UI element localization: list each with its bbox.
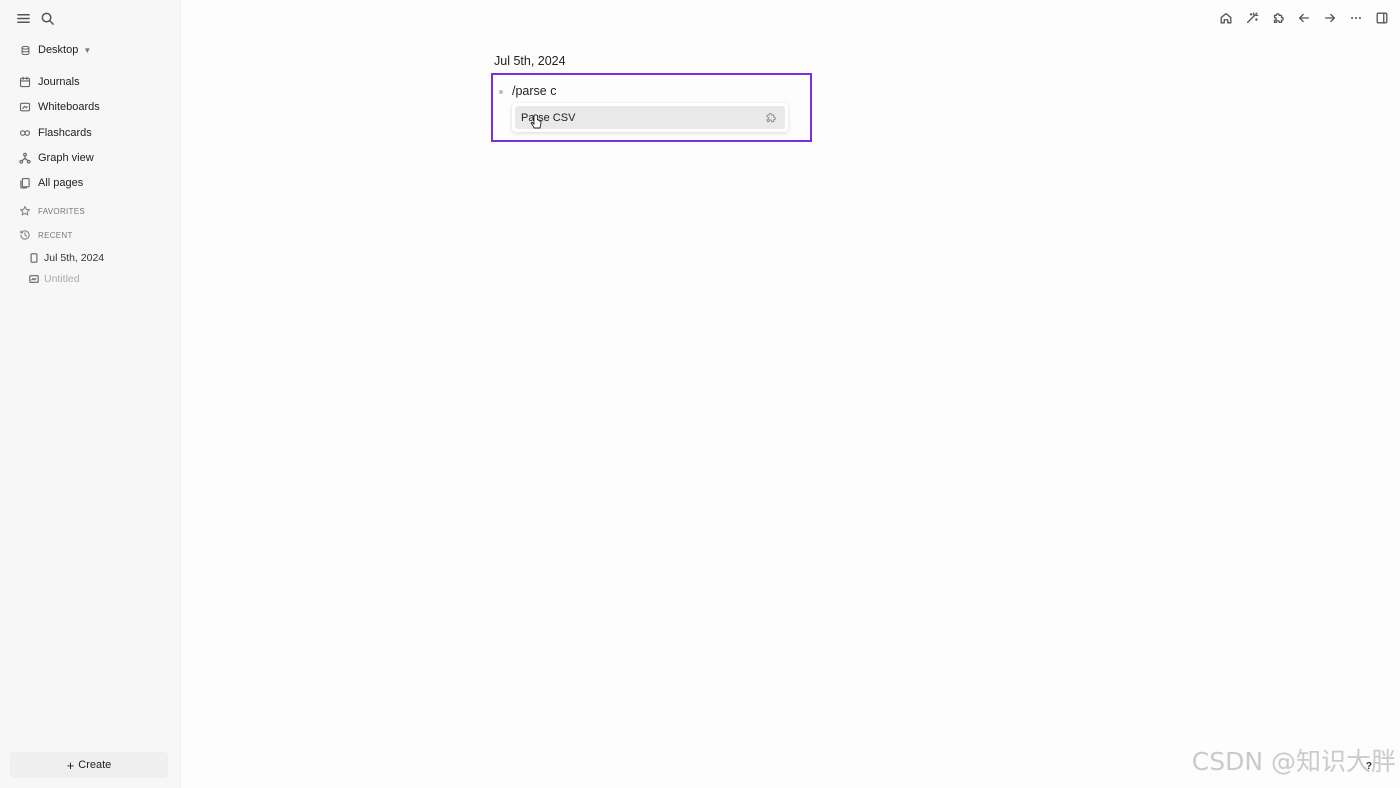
recent-header[interactable]: RECENT [18,228,73,242]
whiteboard-icon [18,100,32,114]
arrow-right-icon[interactable] [1320,8,1340,28]
sidebar-item-flashcards[interactable]: Flashcards [18,123,168,143]
page-icon [28,253,39,264]
magic-wand-icon[interactable] [1242,8,1262,28]
recent-item-label: Untitled [44,273,80,285]
create-button[interactable]: + Create [10,752,168,778]
sidebar-item-label: Graph view [38,152,94,164]
database-icon [18,43,32,57]
favorites-header[interactable]: FAVORITES [18,204,85,218]
menu-icon[interactable] [13,8,33,28]
more-icon[interactable] [1346,8,1366,28]
journal-title[interactable]: Jul 5th, 2024 [494,54,566,68]
arrow-left-icon[interactable] [1294,8,1314,28]
left-sidebar: Desktop ▼ Journals Whiteboards Flashcard… [0,0,181,788]
sidebar-item-whiteboards[interactable]: Whiteboards [18,97,168,117]
puzzle-icon[interactable] [1268,8,1288,28]
history-icon [18,228,32,242]
recent-label: RECENT [38,230,73,240]
home-icon[interactable] [1216,8,1236,28]
puzzle-icon [764,111,777,124]
whiteboard-icon [28,274,39,285]
sidebar-item-graph-view[interactable]: Graph view [18,148,168,168]
hierarchy-icon [18,151,32,165]
plus-icon: + [66,757,75,773]
infinity-icon [18,126,32,140]
sidebar-item-label: All pages [38,177,84,189]
autocomplete-popup: Parse CSV [512,103,788,132]
block-editor-text[interactable]: /parse c [512,84,556,98]
watermark: CSDN @知识大胖 [1191,747,1396,776]
recent-item-journal[interactable]: Jul 5th, 2024 [28,252,104,264]
sidebar-item-label: Journals [38,76,80,88]
header-toolbar [1214,8,1392,28]
graph-selector[interactable]: Desktop ▼ [18,43,91,57]
calendar-icon [18,75,32,89]
autocomplete-item-parse-csv[interactable]: Parse CSV [515,106,785,129]
create-label: Create [78,759,112,771]
caret-down-icon: ▼ [83,45,92,55]
recent-item-untitled[interactable]: Untitled [28,273,80,285]
search-icon[interactable] [37,8,57,28]
files-icon [18,176,32,190]
sidebar-item-all-pages[interactable]: All pages [18,173,168,193]
sidebar-item-label: Whiteboards [38,101,100,113]
sidebar-toggle-icon[interactable] [1372,8,1392,28]
block-bullet[interactable] [499,90,503,94]
hand-pointer-icon [530,114,542,130]
favorites-label: FAVORITES [38,206,86,216]
sidebar-item-journals[interactable]: Journals [18,72,168,92]
sidebar-item-label: Flashcards [38,127,92,139]
recent-item-label: Jul 5th, 2024 [44,252,105,264]
graph-name: Desktop [38,44,79,56]
star-icon [18,204,32,218]
